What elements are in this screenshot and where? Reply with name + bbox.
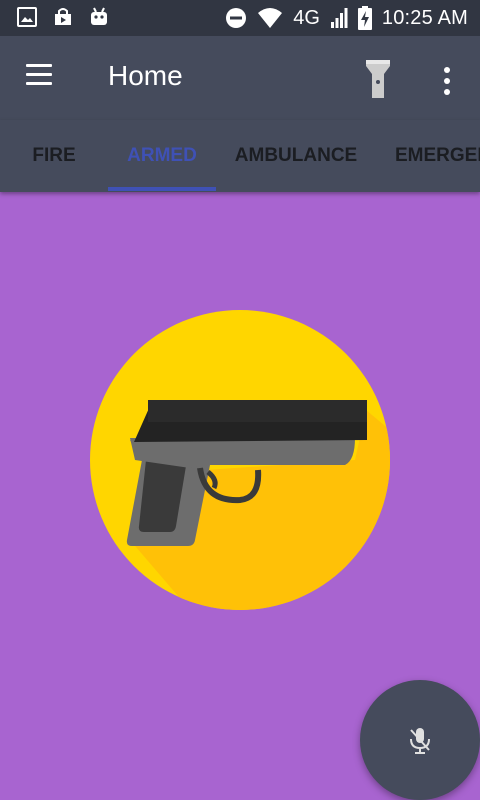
- app-bar: Home: [0, 36, 480, 120]
- tab-indicator: [108, 187, 216, 191]
- flashlight-icon: [366, 60, 390, 98]
- tab-emergency[interactable]: EMERGENCY: [395, 120, 480, 192]
- flashlight-button[interactable]: [360, 56, 396, 100]
- menu-button[interactable]: [22, 64, 58, 94]
- voice-fab[interactable]: [360, 680, 480, 800]
- menu-icon: [22, 64, 58, 85]
- do-not-disturb-icon: [226, 8, 247, 28]
- microphone-icon: [410, 728, 430, 754]
- category-tabs: FIRE ARMED AMBULANCE EMERGENCY: [0, 120, 480, 192]
- tab-ambulance[interactable]: AMBULANCE: [216, 120, 376, 192]
- signal-icon: [330, 8, 348, 28]
- wifi-icon: [258, 8, 283, 28]
- tab-armed[interactable]: ARMED: [108, 120, 216, 192]
- handgun-icon: [90, 310, 390, 610]
- status-bar: 4G 10:25 AM: [0, 0, 480, 36]
- tab-fire[interactable]: FIRE: [0, 120, 108, 192]
- android-icon: [91, 7, 107, 25]
- clock: 10:25 AM: [381, 6, 468, 29]
- more-options-button[interactable]: [430, 56, 464, 100]
- more-vert-icon: [430, 56, 464, 95]
- image-icon: [17, 7, 37, 27]
- shop-icon: [55, 8, 71, 25]
- battery-charging-icon: [357, 6, 372, 30]
- page-title: Home: [108, 60, 183, 91]
- network-type: 4G: [293, 6, 320, 29]
